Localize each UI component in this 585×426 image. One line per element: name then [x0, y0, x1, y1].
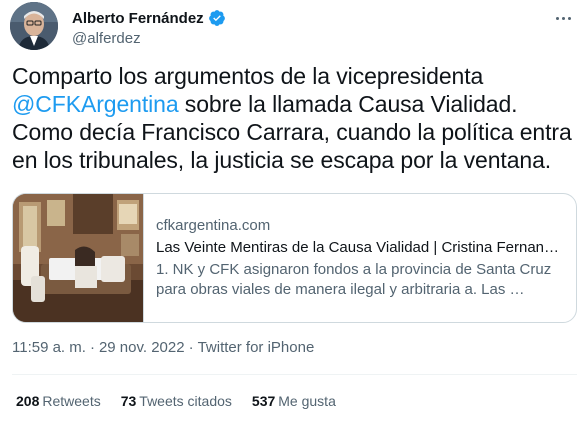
more-options-icon[interactable] — [551, 8, 575, 28]
tweet-header: Alberto Fernández @alferdez — [10, 2, 575, 52]
retweets-stat[interactable]: 208 Retweets — [16, 393, 101, 409]
avatar-photo — [10, 2, 58, 50]
tweet-time[interactable]: 11:59 a. m. — [12, 339, 86, 356]
tweet-metadata: 11:59 a. m. · 29 nov. 2022 · Twitter for iPh… — [12, 339, 314, 356]
quote-tweets-stat[interactable]: 73 Tweets citados — [121, 393, 232, 409]
link-preview-card[interactable]: cfkargentina.com Las Veinte Mentiras de … — [12, 193, 577, 323]
retweets-count: 208 — [16, 393, 40, 409]
author-avatar[interactable] — [10, 2, 58, 50]
quote-tweets-label: Tweets citados — [139, 393, 232, 409]
meta-separator-2: · — [188, 339, 194, 356]
link-thumbnail-image — [13, 194, 144, 322]
tweet-line-2-text: sobre la llamada Causa Vialidad. — [178, 91, 518, 117]
author-name-row: Alberto Fernández — [72, 8, 226, 28]
link-domain: cfkargentina.com — [156, 217, 271, 234]
verified-badge-icon — [208, 9, 226, 27]
link-card-body: cfkargentina.com Las Veinte Mentiras de … — [156, 216, 566, 300]
likes-stat[interactable]: 537 Me gusta — [252, 393, 336, 409]
tweet-date[interactable]: 29 nov. 2022 — [99, 339, 185, 356]
tweet-line-4: en los tribunales, la justicia se escapa… — [12, 147, 552, 173]
mention-link[interactable]: @CFKArgentina — [12, 91, 179, 117]
link-description: 1. NK y CFK asignaron fondos a la provin… — [156, 261, 552, 298]
quote-tweets-count: 73 — [120, 393, 137, 409]
author-name[interactable]: Alberto Fernández — [72, 10, 204, 27]
divider-top — [12, 374, 577, 375]
meta-separator: · — [89, 339, 95, 356]
tweet-line-3: Como decía Francisco Carrara, cuando la … — [12, 119, 572, 145]
tweet-source[interactable]: Twitter for iPhone — [198, 339, 315, 356]
link-title: Las Veinte Mentiras de la Causa Vialidad… — [156, 239, 566, 256]
likes-label: Me gusta — [278, 393, 336, 409]
retweets-label: Retweets — [42, 393, 101, 409]
author-handle[interactable]: @alferdez — [72, 30, 226, 47]
tweet-text: Comparto los argumentos de la vicepresid… — [12, 62, 577, 174]
author-info: Alberto Fernández @alferdez — [72, 8, 226, 47]
tweet-line-1: Comparto los argumentos de la vicepresid… — [12, 63, 484, 89]
tweet-line-2: @CFKArgentina sobre la llamada Causa Via… — [12, 90, 577, 118]
likes-count: 537 — [251, 393, 276, 409]
tweet-stats: 208 Retweets 73 Tweets citados 537 Me gusta — [16, 393, 336, 409]
